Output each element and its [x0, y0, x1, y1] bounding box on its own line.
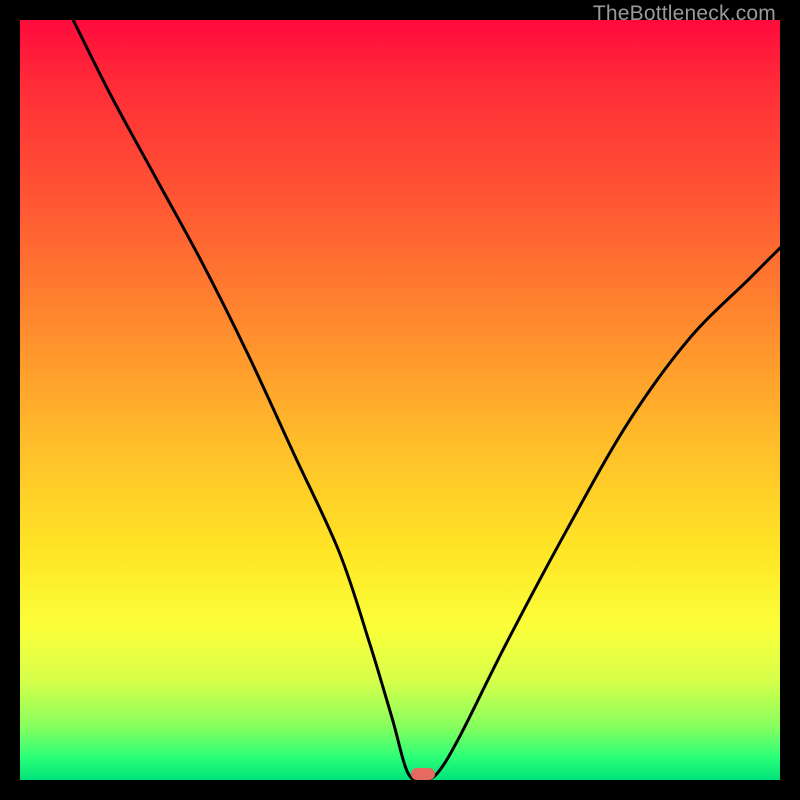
plot-area	[20, 20, 780, 780]
bottleneck-curve	[20, 20, 780, 780]
watermark-text: TheBottleneck.com	[593, 2, 776, 26]
chart-frame: TheBottleneck.com	[0, 0, 800, 800]
minimum-marker	[411, 768, 435, 780]
